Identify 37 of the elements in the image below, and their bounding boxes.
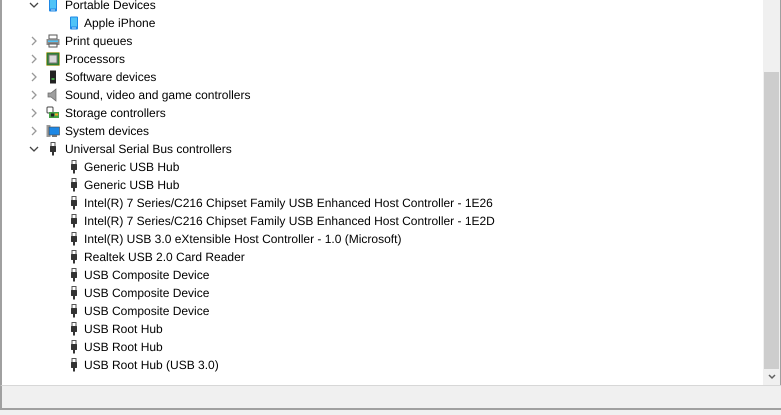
- device-label[interactable]: USB Root Hub: [83, 338, 164, 356]
- category-label[interactable]: System devices: [64, 122, 150, 140]
- device-label[interactable]: USB Root Hub (USB 3.0): [83, 356, 220, 374]
- chip-icon: [46, 52, 60, 66]
- device-label[interactable]: USB Composite Device: [83, 284, 210, 302]
- category-label[interactable]: Universal Serial Bus controllers: [64, 140, 233, 158]
- chevron-right-icon[interactable]: [29, 72, 39, 82]
- category-label[interactable]: Sound, video and game controllers: [64, 86, 252, 104]
- device-label[interactable]: USB Composite Device: [83, 266, 210, 284]
- printer-icon: [46, 34, 60, 48]
- device-label[interactable]: Generic USB Hub: [83, 158, 180, 176]
- category-label[interactable]: Portable Devices: [64, 0, 157, 14]
- chevron-down-icon[interactable]: [29, 0, 39, 10]
- chevron-right-icon[interactable]: [29, 54, 39, 64]
- scroll-down-icon[interactable]: [768, 374, 776, 380]
- computer-icon: [46, 124, 60, 138]
- chevron-right-icon[interactable]: [29, 108, 39, 118]
- storage-controller-icon: [46, 106, 60, 120]
- category-label[interactable]: Storage controllers: [64, 104, 167, 122]
- device-label[interactable]: Intel(R) 7 Series/C216 Chipset Family USB Enhanced Host Controller - 1E26: [83, 194, 494, 212]
- category-label[interactable]: Software devices: [64, 68, 158, 86]
- device-label[interactable]: Apple iPhone: [83, 14, 156, 32]
- phone-icon: [46, 0, 60, 12]
- device-label[interactable]: Realtek USB 2.0 Card Reader: [83, 248, 246, 266]
- chevron-right-icon[interactable]: [29, 126, 39, 136]
- category-label[interactable]: Processors: [64, 50, 126, 68]
- device-label[interactable]: Intel(R) USB 3.0 eXtensible Host Controller - 1.0 (Microsoft): [83, 230, 402, 248]
- device-label[interactable]: Generic USB Hub: [83, 176, 180, 194]
- category-label[interactable]: Print queues: [64, 32, 134, 50]
- chevron-right-icon[interactable]: [29, 90, 39, 100]
- device-label[interactable]: USB Composite Device: [83, 302, 210, 320]
- scrollbar-thumb[interactable]: [764, 72, 779, 369]
- chevron-right-icon[interactable]: [29, 36, 39, 46]
- device-label[interactable]: USB Root Hub: [83, 320, 164, 338]
- scrollbar[interactable]: [763, 0, 780, 385]
- device-label[interactable]: Intel(R) 7 Series/C216 Chipset Family USB Enhanced Host Controller - 1E2D: [83, 212, 496, 230]
- chevron-down-icon[interactable]: [29, 144, 39, 154]
